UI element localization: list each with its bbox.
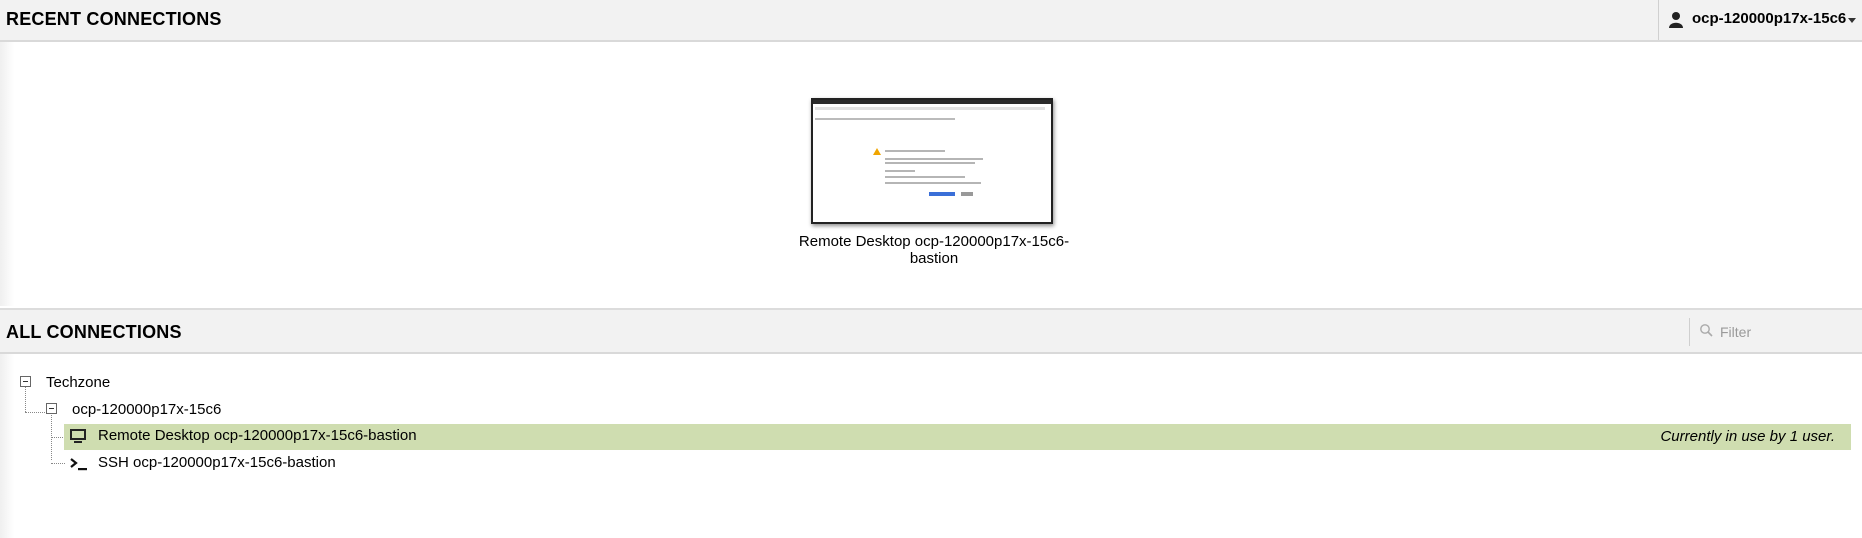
left-edge-shade [0, 42, 14, 306]
all-connections-header: ALL CONNECTIONS [0, 308, 1862, 354]
user-icon [1669, 12, 1683, 28]
group-techzone[interactable]: Techzone [46, 374, 110, 391]
connection-row-ssh[interactable]: SSH ocp-120000p17x-15c6-bastion [64, 451, 464, 477]
user-menu[interactable]: ocp-120000p17x-15c6 [1658, 0, 1862, 40]
all-connections-title: ALL CONNECTIONS [6, 322, 182, 342]
search-icon [1700, 324, 1713, 337]
usage-status: Currently in use by 1 user. [1660, 428, 1835, 445]
left-edge-shade-lower [0, 354, 14, 538]
recent-connections-header: RECENT CONNECTIONS ocp-120000p17x-15c6 [0, 0, 1862, 42]
collapse-subgroup-icon[interactable] [46, 403, 57, 414]
filter-input[interactable] [1718, 320, 1862, 344]
desktop-icon [70, 429, 86, 443]
warning-icon [873, 148, 881, 155]
chevron-down-icon [1848, 18, 1856, 23]
filter-box[interactable] [1689, 318, 1862, 346]
collapse-techzone-icon[interactable] [20, 376, 31, 387]
group-ocp-cluster[interactable]: ocp-120000p17x-15c6 [72, 401, 221, 418]
connection-thumbnail[interactable] [811, 98, 1053, 224]
terminal-icon [70, 458, 87, 471]
connection-name-ssh: SSH ocp-120000p17x-15c6-bastion [98, 454, 336, 471]
username-label: ocp-120000p17x-15c6 [1692, 10, 1847, 27]
connection-name-rdp: Remote Desktop ocp-120000p17x-15c6-basti… [98, 427, 417, 444]
recent-connections-title: RECENT CONNECTIONS [6, 9, 222, 29]
recent-connection-name[interactable]: Remote Desktop ocp-120000p17x-15c6-basti… [779, 233, 1089, 267]
connection-row-rdp[interactable]: Remote Desktop ocp-120000p17x-15c6-basti… [64, 424, 1851, 450]
